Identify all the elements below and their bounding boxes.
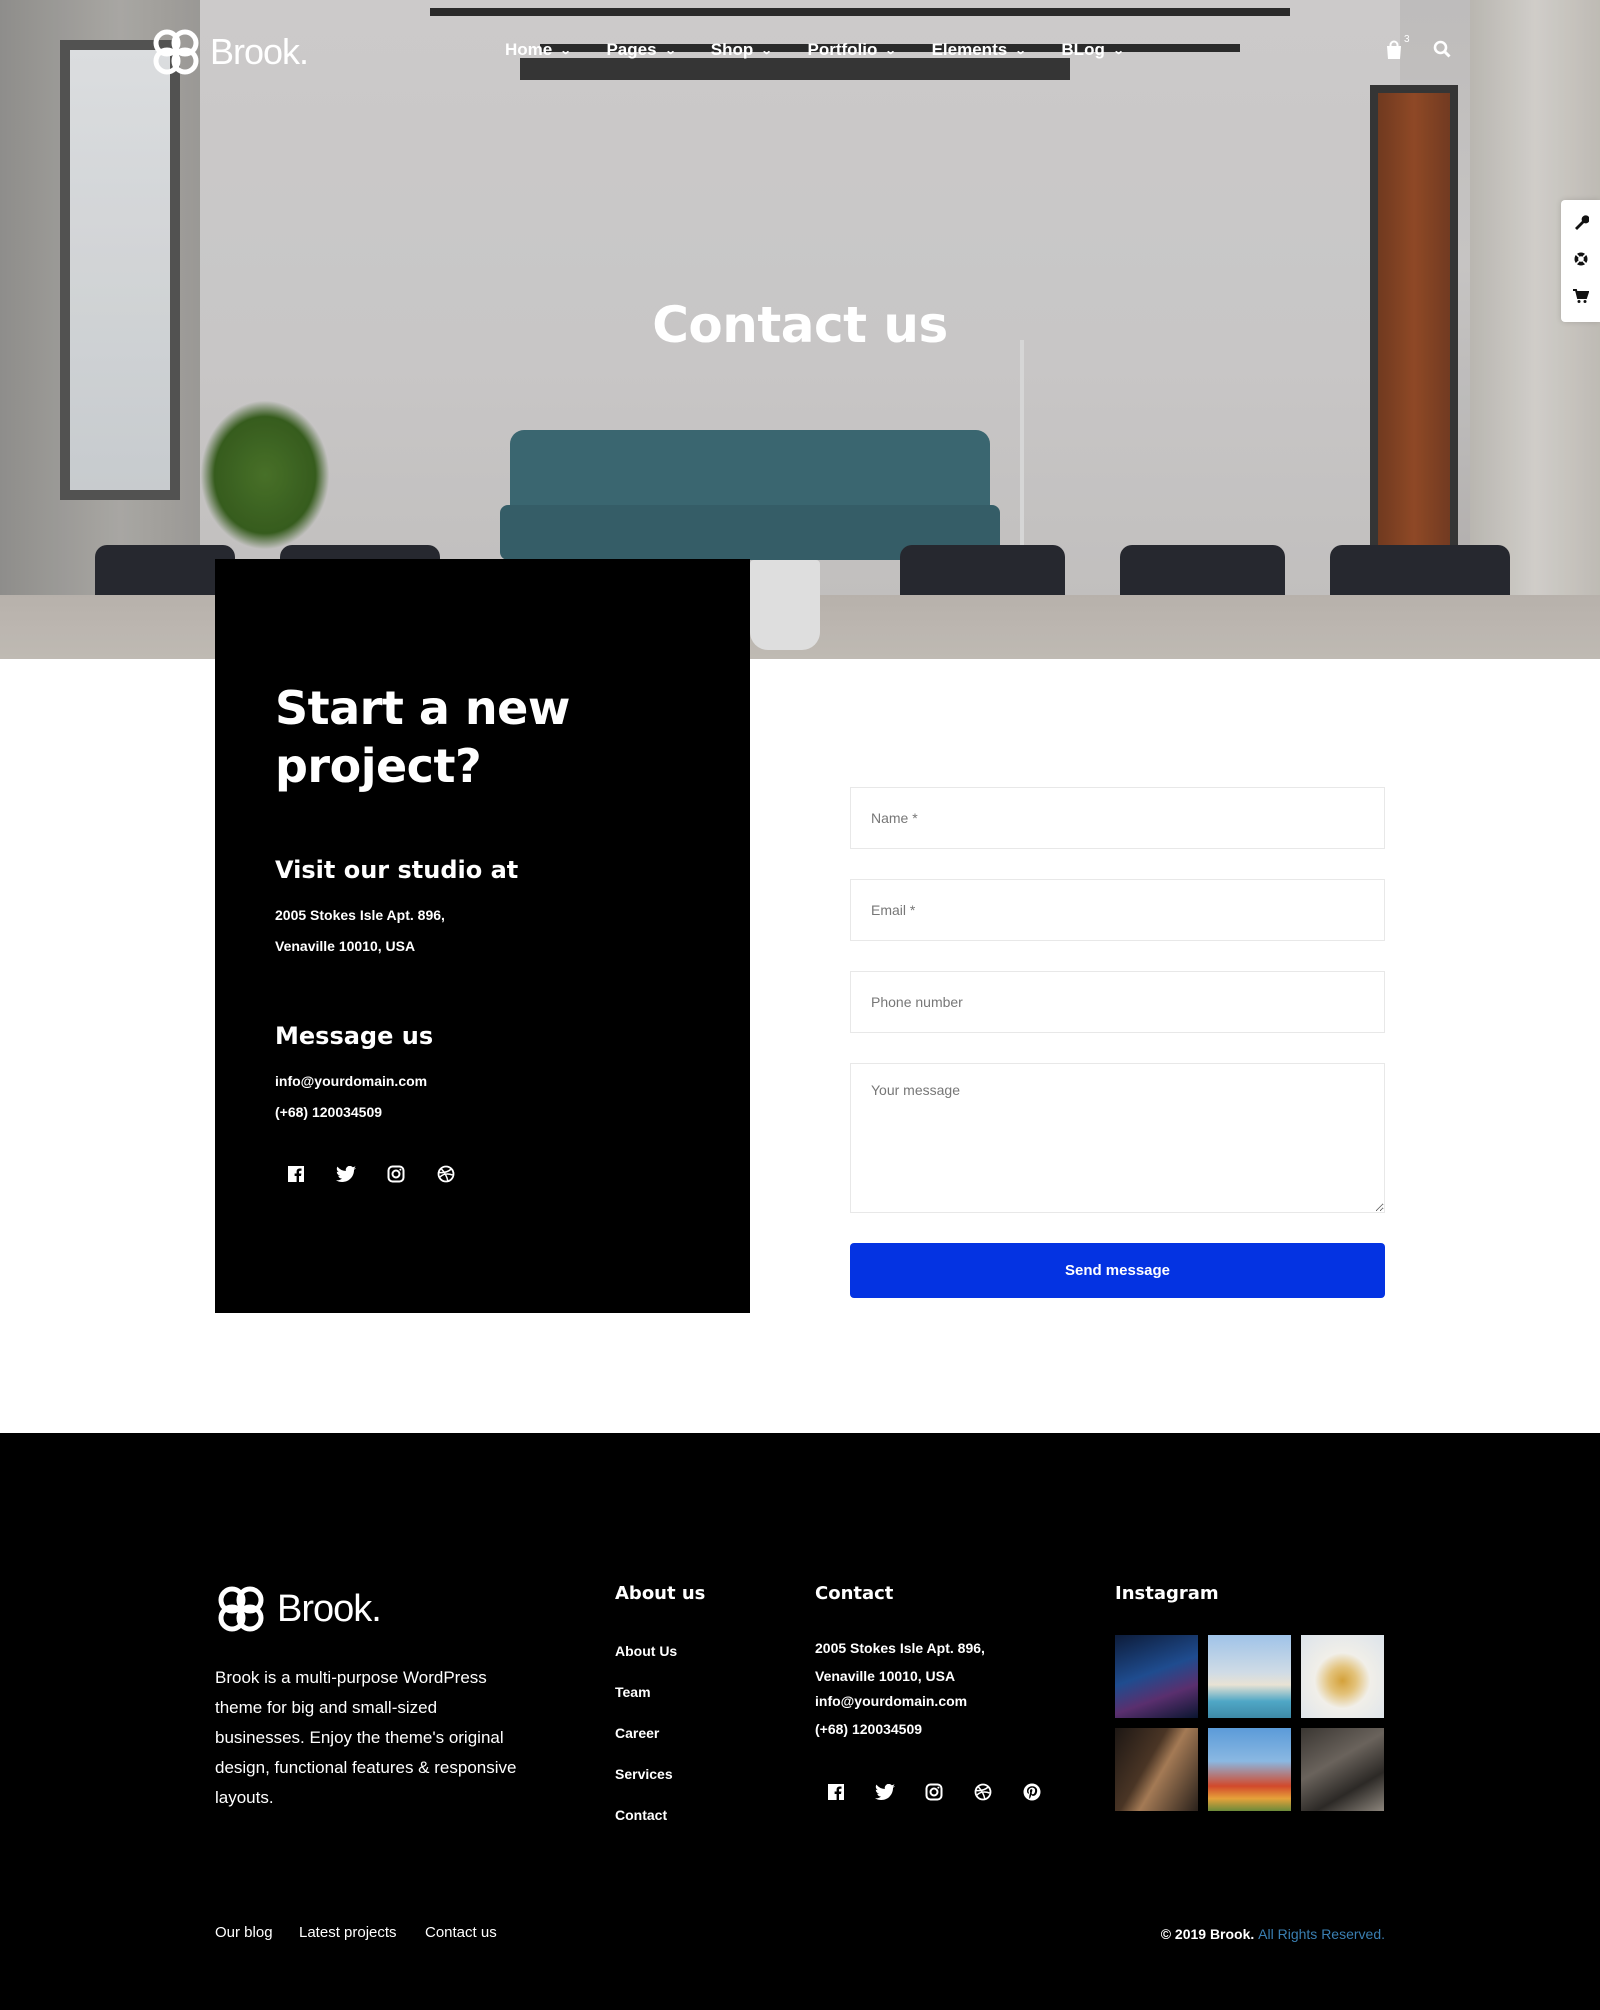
contact-phone[interactable]: (+68) 120034509 [275,1104,382,1120]
address-line: Venaville 10010, USA [275,938,416,954]
site-footer: Brook. Brook is a multi-purpose WordPres… [0,1433,1600,2010]
footer-link-about-us[interactable]: About Us [615,1643,677,1659]
send-message-button[interactable]: Send message [850,1243,1385,1298]
footer-email[interactable]: info@yourdomain.com [815,1693,967,1709]
footer-bottom-link-blog[interactable]: Our blog [215,1924,273,1941]
nav-label: Pages [606,40,657,59]
instagram-icon[interactable] [385,1163,407,1185]
contact-email-link[interactable]: info@yourdomain.com [275,1073,427,1089]
footer-link-career[interactable]: Career [615,1725,659,1741]
wrench-icon[interactable] [1573,214,1590,234]
footer-address: 2005 Stokes Isle Apt. 896, [815,1640,985,1656]
nav-item-portfolio[interactable]: Portfolio ⌄ [807,40,897,60]
message-title: Message us [275,1022,434,1050]
instagram-photo[interactable] [1301,1728,1384,1811]
chevron-down-icon: ⌄ [1014,44,1027,57]
instagram-photo[interactable] [1301,1635,1384,1718]
header-actions: 3 [1385,34,1451,62]
instagram-photo[interactable] [1208,1728,1291,1811]
main-nav: Home ⌄ Pages ⌄ Shop ⌄ Portfolio ⌄ Elemen… [505,40,1125,60]
phone-field[interactable] [850,971,1385,1033]
nav-item-home[interactable]: Home ⌄ [505,40,572,60]
logo-mark-icon [153,29,199,75]
footer-bottom-link-contact[interactable]: Contact us [425,1924,497,1941]
copyright-rest: All Rights Reserved. [1258,1926,1385,1942]
nav-label: Shop [710,40,754,59]
nav-label: Elements [931,40,1008,59]
logo-mark-icon [218,1586,264,1632]
nav-item-shop[interactable]: Shop ⌄ [710,40,773,60]
footer-phone[interactable]: (+68) 120034509 [815,1721,922,1737]
copyright: © 2019 Brook. All Rights Reserved. [1161,1926,1385,1942]
search-button[interactable] [1433,40,1451,62]
nav-item-elements[interactable]: Elements ⌄ [931,40,1027,60]
footer-description: Brook is a multi-purpose WordPress theme… [215,1668,517,1807]
chevron-down-icon: ⌄ [760,44,773,57]
chevron-down-icon: ⌄ [1112,44,1125,57]
footer-link-services[interactable]: Services [615,1766,673,1782]
address-line: 2005 Stokes Isle Apt. 896, [275,907,445,923]
lifebuoy-icon[interactable] [1573,251,1589,271]
contact-title: Contact [815,1583,894,1604]
pinterest-icon[interactable] [1021,1781,1043,1803]
dribbble-icon[interactable] [972,1781,994,1803]
instagram-title: Instagram [1115,1583,1219,1604]
chevron-down-icon: ⌄ [884,44,897,57]
logo-text: Brook. [210,31,309,72]
instagram-photo[interactable] [1208,1635,1291,1718]
contact-info-panel: Start a new project? Visit our studio at… [215,559,750,1313]
page-title: Contact us [652,296,948,354]
nav-label: BLog [1061,40,1105,59]
shopping-bag-icon [1387,40,1401,59]
instagram-photo[interactable] [1115,1728,1198,1811]
twitter-icon[interactable] [874,1781,896,1803]
info-headline: Start a new project? [275,681,570,793]
footer-address: Venaville 10010, USA [815,1668,956,1684]
instagram-photo[interactable] [1115,1635,1198,1718]
search-icon [1433,40,1451,58]
footer-bottom-link-projects[interactable]: Latest projects [299,1924,397,1941]
footer-logo-text: Brook. [277,1587,382,1630]
about-title: About us [615,1583,706,1604]
site-logo[interactable]: Brook. [150,26,309,78]
cart-button[interactable]: 3 [1385,34,1410,60]
social-links [285,1163,457,1185]
facebook-icon[interactable] [825,1781,847,1803]
name-field[interactable] [850,787,1385,849]
twitter-icon[interactable] [335,1163,357,1185]
chevron-down-icon: ⌄ [559,44,572,57]
dribbble-icon[interactable] [435,1163,457,1185]
nav-item-blog[interactable]: BLog ⌄ [1061,40,1125,60]
footer-social-links [825,1781,1043,1803]
footer-link-team[interactable]: Team [615,1684,651,1700]
copyright-main: © 2019 Brook. [1160,1926,1255,1942]
instagram-icon[interactable] [923,1781,945,1803]
chevron-down-icon: ⌄ [664,44,677,57]
footer-link-contact[interactable]: Contact [615,1807,667,1823]
nav-item-pages[interactable]: Pages ⌄ [606,40,677,60]
message-field[interactable] [850,1063,1385,1213]
instagram-grid [1115,1635,1384,1811]
nav-label: Portfolio [807,40,878,59]
email-field[interactable] [850,879,1385,941]
footer-logo[interactable]: Brook. [215,1583,382,1635]
cart-count-badge: 3 [1404,34,1410,45]
facebook-icon[interactable] [285,1163,307,1185]
nav-label: Home [505,40,553,59]
visit-title: Visit our studio at [275,856,519,884]
